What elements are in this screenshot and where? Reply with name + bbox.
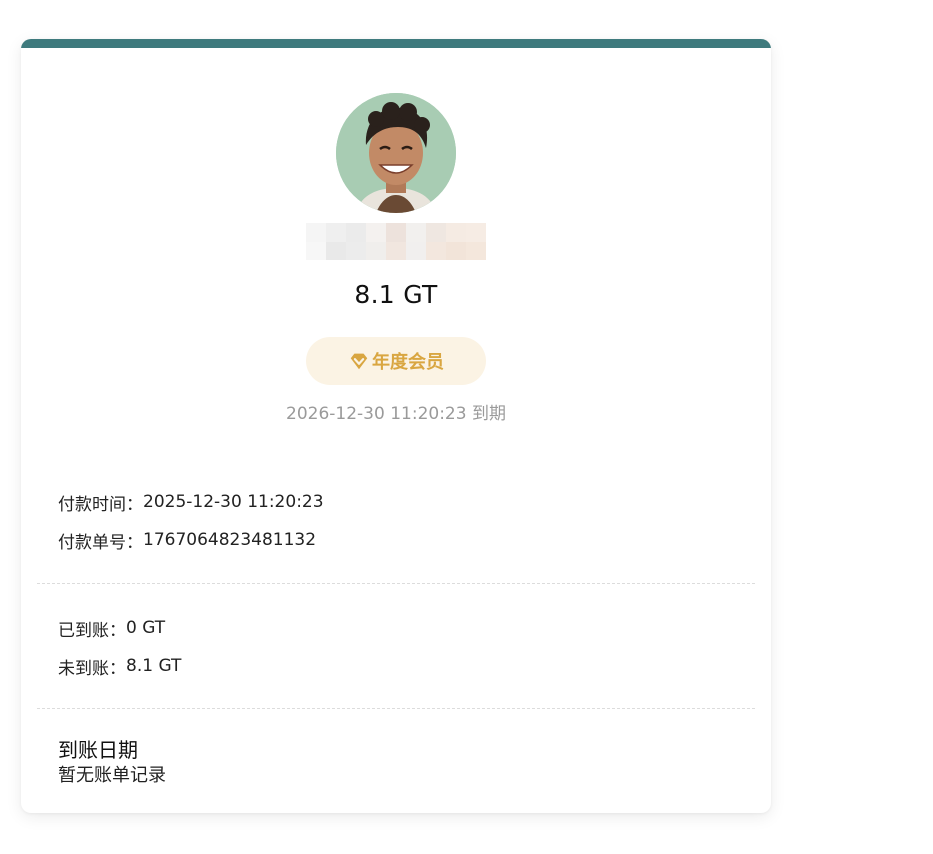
arrival-title: 到账日期	[58, 738, 138, 762]
divider	[37, 708, 755, 709]
payment-time-row: 付款时间： 2025-12-30 11:20:23	[58, 483, 755, 521]
payment-time-value: 2025-12-30 11:20:23	[143, 492, 324, 512]
received-value: 0 GT	[126, 618, 166, 638]
payment-order-value: 1767064823481132	[143, 530, 317, 550]
expire-text: 2026-12-30 11:20:23 到期	[286, 404, 506, 424]
received-label: 已到账：	[58, 620, 126, 641]
pending-row: 未到账： 8.1 GT	[58, 647, 755, 685]
payment-order-label: 付款单号：	[58, 532, 143, 553]
payment-order-row: 付款单号： 1767064823481132	[58, 521, 755, 559]
payment-info: 付款时间： 2025-12-30 11:20:23 付款单号： 17670648…	[58, 483, 755, 559]
arrival-section: 到账日期 暂无账单记录	[58, 737, 755, 789]
profile-section: 8.1 GT 年度会员 2026-12-30 11:20:23 到期	[21, 93, 771, 424]
avatar	[336, 93, 456, 213]
username-pixelated	[305, 223, 487, 260]
balance-info: 已到账： 0 GT 未到账： 8.1 GT	[58, 609, 755, 685]
membership-label: 年度会员	[372, 352, 444, 373]
received-row: 已到账： 0 GT	[58, 609, 755, 647]
pending-label: 未到账：	[58, 658, 126, 679]
avatar-illustration	[336, 93, 456, 213]
divider	[37, 583, 755, 584]
pending-value: 8.1 GT	[126, 656, 182, 676]
arrival-empty-text: 暂无账单记录	[58, 765, 166, 786]
membership-card: 8.1 GT 年度会员 2026-12-30 11:20:23 到期 付款时间：…	[21, 39, 771, 813]
payment-time-label: 付款时间：	[58, 494, 143, 515]
membership-badge: 年度会员	[306, 337, 486, 385]
total-amount: 8.1 GT	[354, 280, 438, 309]
diamond-icon	[348, 350, 370, 372]
card-accent-bar	[21, 39, 771, 48]
